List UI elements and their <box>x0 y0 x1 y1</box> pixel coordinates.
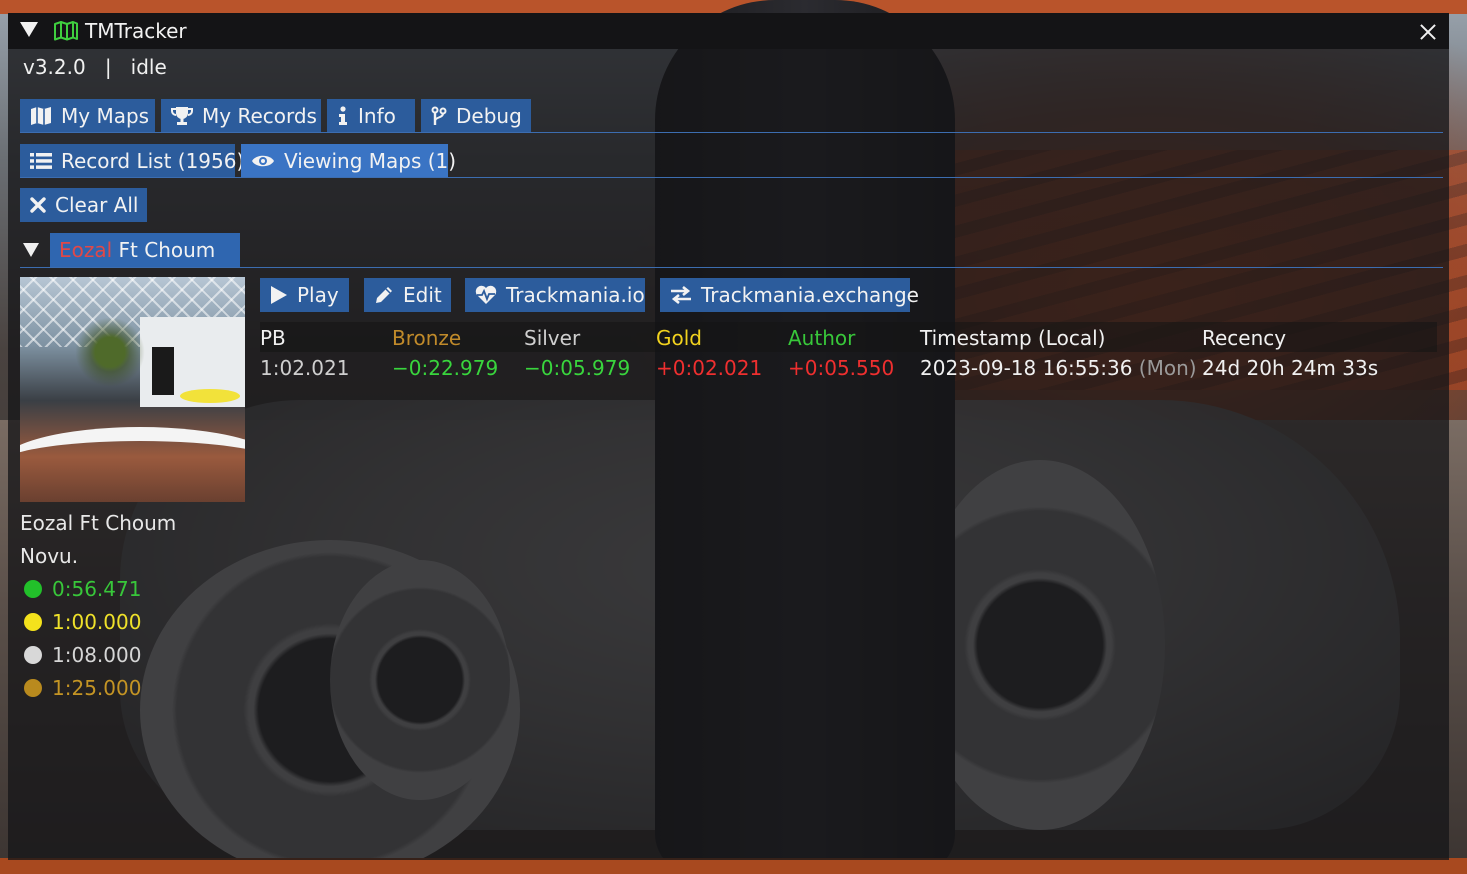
map-tab-name-colored: Eozal <box>59 238 113 262</box>
background-strip <box>0 858 1467 874</box>
close-icon[interactable] <box>1416 20 1440 44</box>
header-timestamp: Timestamp (Local) <box>920 326 1106 350</box>
silver-medal-time: 1:08.000 <box>52 643 142 667</box>
exchange-icon <box>671 285 691 304</box>
header-silver: Silver <box>524 326 581 350</box>
trackmania-io-label: Trackmania.io <box>506 283 645 307</box>
pencil-icon <box>376 286 392 303</box>
tab-my-maps[interactable]: My Maps <box>20 99 155 133</box>
title-bar[interactable]: TMTracker <box>8 13 1449 49</box>
thumbnail-screen <box>152 347 174 395</box>
eye-icon <box>252 155 274 166</box>
tab-info[interactable]: Info <box>327 99 415 133</box>
cell-author-delta: +0:05.550 <box>788 356 895 380</box>
tmtracker-window: TMTracker v3.2.0 | idle My Maps My Recor… <box>8 13 1449 860</box>
header-pb: PB <box>260 326 286 350</box>
author-medal-time: 0:56.471 <box>52 577 142 601</box>
tab-viewing-maps[interactable]: Viewing Maps (1) <box>241 144 456 178</box>
tab-label: Record List (1956) <box>61 149 245 173</box>
version-status-line: v3.2.0 | idle <box>23 55 167 79</box>
tab-label: Viewing Maps (1) <box>284 149 457 173</box>
edit-label: Edit <box>403 283 442 307</box>
collapse-arrow-icon[interactable] <box>20 22 38 37</box>
cell-gold-delta: +0:02.021 <box>656 356 763 380</box>
author-medal-icon <box>24 580 42 598</box>
info-icon <box>339 105 347 125</box>
cell-pb: 1:02.021 <box>260 356 350 380</box>
tab-debug[interactable]: Debug <box>421 99 531 133</box>
trackmania-io-button[interactable]: Trackmania.io <box>465 278 645 312</box>
window-title: TMTracker <box>85 19 187 43</box>
map-tab-name-rest: Ft Choum <box>112 238 216 262</box>
trackmania-exchange-button[interactable]: Trackmania.exchange <box>660 278 919 312</box>
edit-button[interactable]: Edit <box>364 278 451 312</box>
tab-label: My Maps <box>61 104 150 128</box>
version-label: v3.2.0 <box>23 55 86 79</box>
silver-medal-icon <box>24 646 42 664</box>
map-icon <box>54 21 78 41</box>
tab-record-list[interactable]: Record List (1956) <box>20 144 244 178</box>
gold-medal-icon <box>24 613 42 631</box>
subtab-separator <box>20 177 1443 178</box>
x-icon <box>30 196 46 213</box>
gold-medal-time: 1:00.000 <box>52 610 142 634</box>
timestamp-weekday: (Mon) <box>1138 356 1197 380</box>
trackmania-exchange-label: Trackmania.exchange <box>701 283 919 307</box>
tab-my-records[interactable]: My Records <box>161 99 321 133</box>
header-gold: Gold <box>656 326 702 350</box>
map-thumbnail <box>20 277 245 502</box>
list-icon <box>30 152 52 169</box>
cell-recency: 24d 20h 24m 33s <box>1202 356 1379 380</box>
play-icon <box>271 285 287 304</box>
map-separator <box>20 267 1443 268</box>
clear-all-label: Clear All <box>55 193 139 217</box>
status-separator: | <box>104 55 112 79</box>
header-author: Author <box>788 326 856 350</box>
cell-bronze-delta: −0:22.979 <box>392 356 499 380</box>
cell-silver-delta: −0:05.979 <box>524 356 631 380</box>
header-recency: Recency <box>1202 326 1287 350</box>
bronze-medal-time: 1:25.000 <box>52 676 142 700</box>
map-author: Novu. <box>20 544 79 568</box>
play-label: Play <box>297 283 339 307</box>
clear-all-button[interactable]: Clear All <box>20 188 147 222</box>
trophy-icon <box>171 106 193 125</box>
map-icon <box>31 106 51 125</box>
play-button[interactable]: Play <box>260 278 349 312</box>
header-bronze: Bronze <box>392 326 462 350</box>
tab-separator <box>20 132 1443 133</box>
timestamp-value: 2023-09-18 16:55:36 <box>920 356 1133 380</box>
heartbeat-icon <box>475 285 497 304</box>
thumbnail-palm-tree <box>75 317 145 387</box>
map-tab[interactable]: Eozal Ft Choum <box>50 233 240 267</box>
thumbnail-track <box>20 427 245 501</box>
status-label: idle <box>130 55 167 79</box>
tab-label: Info <box>358 104 396 128</box>
tab-label: Debug <box>456 104 522 128</box>
tab-label: My Records <box>202 104 317 128</box>
map-collapse-arrow-icon[interactable] <box>23 243 39 257</box>
map-name: Eozal Ft Choum <box>20 511 177 535</box>
code-branch-icon <box>431 106 447 125</box>
thumbnail-ring <box>180 389 240 403</box>
bronze-medal-icon <box>24 679 42 697</box>
cell-timestamp: 2023-09-18 16:55:36 (Mon) <box>920 356 1197 380</box>
